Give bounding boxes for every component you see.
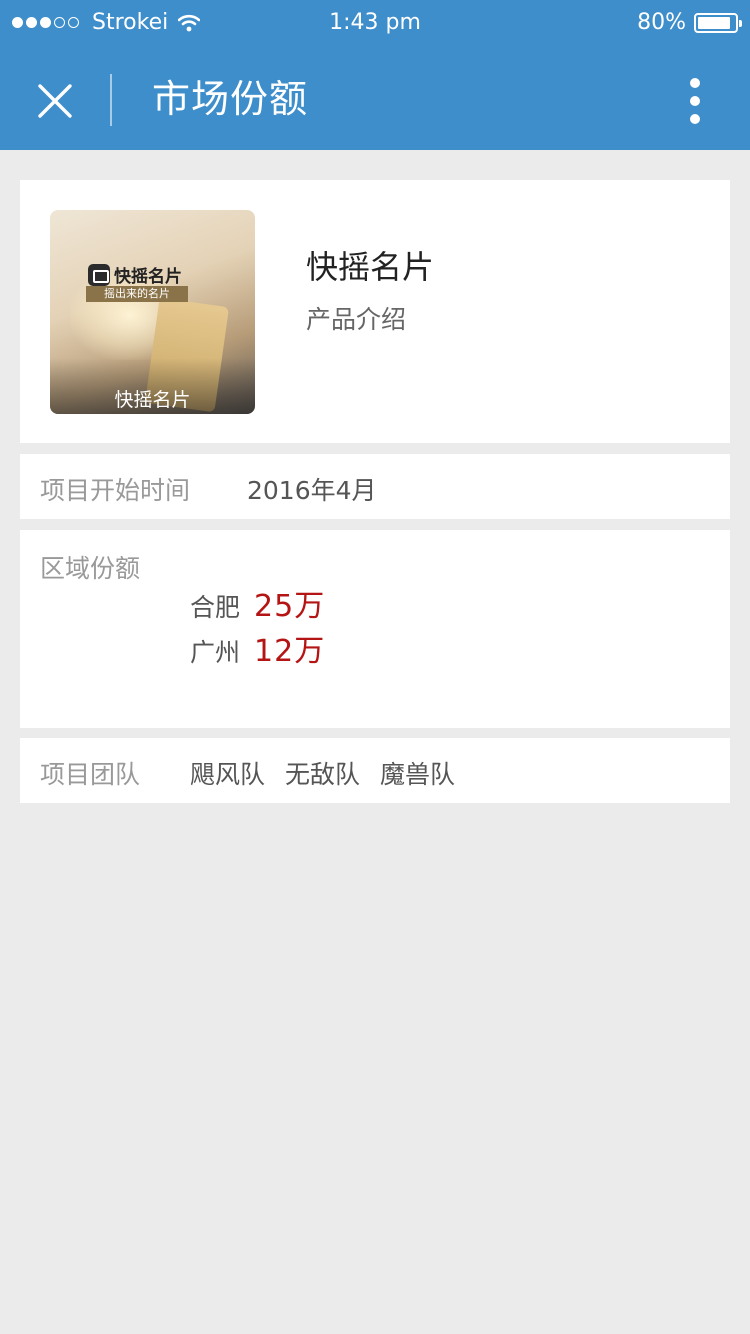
thumbnail-logo: 快摇名片: [88, 262, 182, 287]
team-label: 项目团队: [40, 760, 141, 789]
thumbnail-logo-text: 快摇名片: [114, 267, 182, 287]
more-dot: [690, 114, 700, 124]
start-time-label: 项目开始时间: [40, 476, 191, 505]
status-right: 80%: [637, 10, 742, 35]
team-row: 项目团队 飓风队 无敌队 魔兽队: [20, 738, 730, 803]
more-dot: [690, 96, 700, 106]
status-bar: Strokei 1:43 pm 80%: [0, 0, 750, 48]
battery-tip: [739, 19, 742, 27]
region-amount: 12万: [254, 634, 326, 669]
battery-fill: [698, 16, 730, 29]
thumbnail-slogan: 摇出来的名片: [86, 286, 188, 302]
team-member[interactable]: 无敌队: [285, 755, 360, 791]
nav-divider: [110, 74, 112, 126]
region-amount: 25万: [254, 589, 326, 624]
product-intro-link[interactable]: 产品介绍: [306, 300, 406, 336]
region-city: 合肥: [190, 593, 241, 622]
region-share-card: 区域份额 合肥 25万 广州 12万: [20, 530, 730, 728]
region-item: 合肥 25万: [190, 581, 325, 625]
battery-percent: 80%: [637, 10, 686, 35]
thumbnail-caption: 快摇名片: [114, 389, 191, 411]
close-icon[interactable]: [30, 76, 80, 126]
team-member[interactable]: 飓风队: [190, 755, 265, 791]
more-vertical-icon[interactable]: [680, 76, 710, 126]
start-time-value: 2016年4月: [247, 476, 377, 505]
battery-icon: [694, 12, 742, 33]
product-name: 快摇名片: [306, 248, 435, 286]
product-thumbnail: 快摇名片 摇出来的名片 快摇名片: [50, 210, 255, 414]
app-header: Strokei 1:43 pm 80% 市场份额: [0, 0, 750, 150]
page-title: 市场份额: [152, 77, 309, 121]
start-time-row: 项目开始时间 2016年4月: [20, 454, 730, 519]
region-share-label: 区域份额: [40, 554, 141, 583]
card-logo-icon: [88, 263, 110, 286]
team-list: 飓风队 无敌队 魔兽队: [190, 755, 475, 791]
region-city: 广州: [190, 638, 241, 667]
more-dot: [690, 78, 700, 88]
region-item: 广州 12万: [190, 626, 325, 670]
nav-bar: 市场份额: [0, 48, 750, 150]
team-member[interactable]: 魔兽队: [380, 755, 455, 791]
product-card[interactable]: 快摇名片 摇出来的名片 快摇名片 快摇名片 产品介绍: [20, 180, 730, 443]
